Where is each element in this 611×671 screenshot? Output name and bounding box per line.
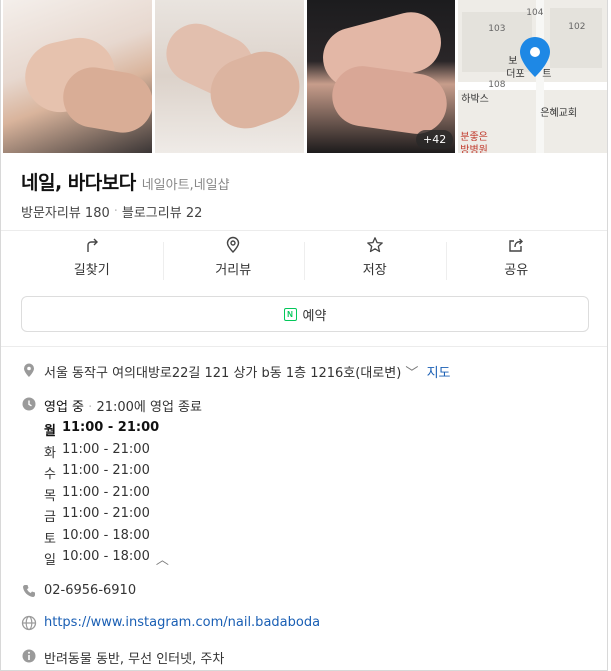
- open-status: 영업 중: [44, 400, 85, 415]
- hours-row: 화 11:00 - 21:00: [44, 442, 169, 464]
- day-label: 수: [44, 467, 56, 482]
- review-row: 방문자리뷰 180 · 블로그리뷰 22: [21, 202, 202, 221]
- day-hours: 11:00 - 21:00: [61, 484, 150, 500]
- photo-strip: +42 103 104 102 108 보 더포 트 하박스 은혜교회 분좋은 …: [3, 0, 607, 153]
- map-link[interactable]: 지도: [427, 366, 451, 381]
- location-pin-icon: [24, 363, 34, 377]
- phone-number[interactable]: 02-6956-6910: [44, 583, 136, 598]
- directions-label: 길찾기: [73, 263, 110, 278]
- map-label: 방병원: [460, 145, 488, 153]
- title-row: 네일, 바다보다 네일아트,네일샵: [21, 168, 230, 195]
- hours-row-today: 월 11:00 - 21:00: [44, 420, 169, 442]
- chevron-up-icon[interactable]: ︿: [156, 549, 169, 571]
- day-label: 화: [44, 445, 56, 461]
- naver-booking-icon: N: [283, 307, 297, 321]
- closing-time: 21:00에 영업 종료: [96, 400, 202, 415]
- hours-row: 목 11:00 - 21:00: [44, 485, 169, 507]
- info-icon: [22, 649, 36, 663]
- day-label: 목: [44, 488, 56, 504]
- save-button[interactable]: 저장: [304, 236, 446, 286]
- street-view-icon: [227, 236, 240, 253]
- place-card: +42 103 104 102 108 보 더포 트 하박스 은혜교회 분좋은 …: [0, 0, 608, 671]
- divider: [1, 346, 607, 347]
- day-hours: 11:00 - 21:00: [61, 420, 160, 435]
- chevron-down-icon[interactable]: ﹀: [405, 366, 418, 381]
- phone-icon: [23, 585, 35, 597]
- blog-reviews-link[interactable]: 블로그리뷰 22: [122, 202, 202, 221]
- divider: [1, 230, 607, 231]
- globe-icon: [21, 615, 37, 631]
- hours-row: 금 11:00 - 21:00: [44, 506, 169, 528]
- share-icon: [509, 238, 524, 252]
- more-photos-badge[interactable]: +42: [416, 130, 454, 149]
- directions-button[interactable]: 길찾기: [21, 236, 163, 286]
- hours-row: 토 10:00 - 18:00: [44, 528, 169, 550]
- day-label: 금: [44, 510, 56, 525]
- map-label: 은혜교회: [540, 108, 578, 119]
- hours-status[interactable]: 영업 중 · 21:00에 영업 종료: [44, 396, 202, 415]
- map-pin-icon: [520, 37, 551, 77]
- clock-icon: [22, 397, 36, 411]
- hours-row: 일 10:00 - 18:00 ︿: [44, 549, 169, 571]
- share-label: 공유: [504, 263, 529, 278]
- day-hours: 10:00 - 18:00: [61, 527, 150, 543]
- photo-1[interactable]: [3, 0, 152, 153]
- map-label: 104: [526, 8, 544, 18]
- photo-2[interactable]: [154, 0, 304, 153]
- hours-row: 수 11:00 - 21:00: [44, 463, 169, 485]
- address-value: 서울 동작구 여의대방로22길 121 상가 b동 1층 1216호(대로변): [44, 366, 402, 381]
- day-label: 월: [44, 424, 56, 439]
- map-label: 하박스: [461, 94, 489, 105]
- day-hours: 11:00 - 21:00: [61, 506, 150, 521]
- separator-dot: ·: [88, 400, 93, 415]
- day-label: 토: [44, 531, 56, 547]
- share-button[interactable]: 공유: [445, 236, 588, 286]
- day-hours: 10:00 - 18:00: [61, 549, 150, 564]
- directions-icon: [87, 238, 98, 252]
- place-name: 네일, 바다보다: [21, 172, 136, 194]
- visitor-reviews-link[interactable]: 방문자리뷰 180: [21, 202, 110, 221]
- reserve-button[interactable]: N 예약: [21, 296, 589, 332]
- photo-3[interactable]: +42: [306, 0, 456, 153]
- reserve-label: 예약: [302, 308, 327, 324]
- hours-list: 월 11:00 - 21:00 화 11:00 - 21:00 수 11:00 …: [44, 420, 169, 571]
- action-bar: 길찾기 거리뷰 저장 공유: [21, 236, 587, 286]
- map-label: 102: [568, 22, 586, 32]
- street-view-label: 거리뷰: [215, 263, 252, 278]
- amenities-text: 반려동물 동반, 무선 인터넷, 주차: [44, 652, 225, 667]
- map-label: 103: [488, 24, 506, 34]
- street-view-button[interactable]: 거리뷰: [162, 236, 305, 286]
- map-thumbnail[interactable]: 103 104 102 108 보 더포 트 하박스 은혜교회 분좋은 방병원: [458, 0, 607, 153]
- day-label: 일: [44, 553, 56, 568]
- address-text: 서울 동작구 여의대방로22길 121 상가 b동 1층 1216호(대로변) …: [44, 362, 451, 381]
- save-label: 저장: [362, 263, 387, 278]
- separator-dot: ·: [113, 204, 118, 219]
- day-hours: 11:00 - 21:00: [61, 463, 150, 478]
- map-label: 108: [488, 80, 506, 90]
- star-icon: [366, 237, 383, 253]
- day-hours: 11:00 - 21:00: [61, 441, 150, 457]
- website-link[interactable]: https://www.instagram.com/nail.badaboda: [44, 615, 320, 630]
- place-category: 네일아트,네일샵: [141, 178, 230, 193]
